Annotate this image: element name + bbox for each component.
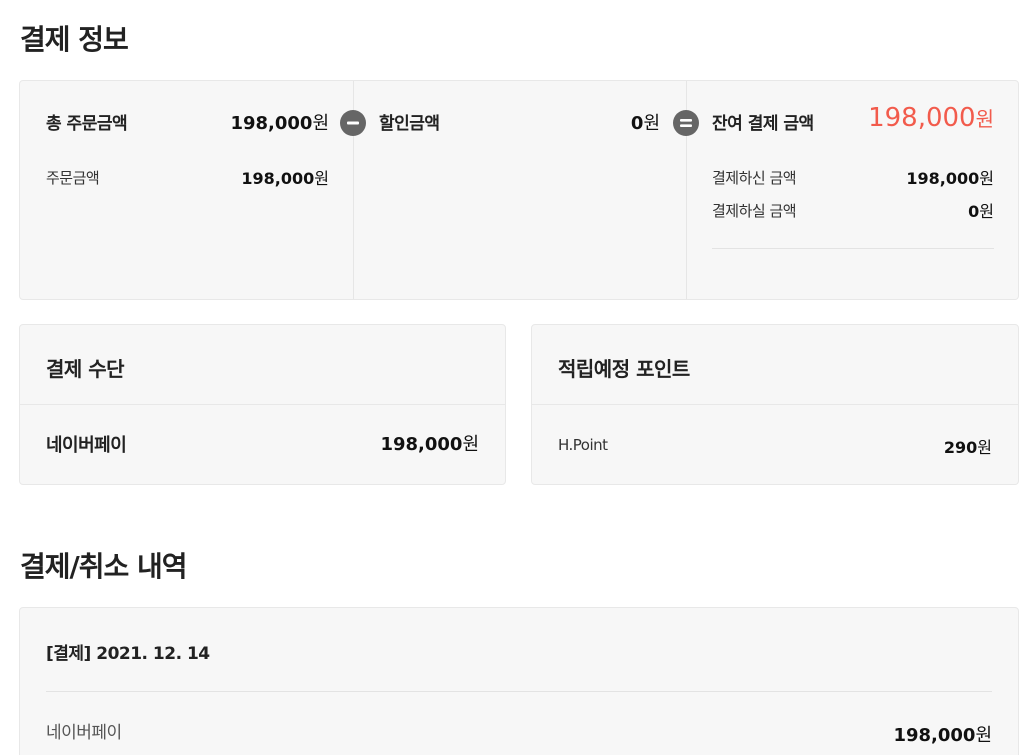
discount-column: 할인금액 0원	[353, 81, 686, 299]
payment-summary-card: 총 주문금액 198,000원 주문금액 198,000원 할인금액 0원 잔여…	[19, 80, 1019, 300]
payment-method-amount: 198,000원	[380, 434, 479, 455]
discount-amount: 0원	[630, 113, 660, 134]
payment-method-name: 네이버페이	[46, 435, 127, 456]
payment-info-title: 결제 정보	[20, 23, 129, 56]
history-amount: 198,000원	[893, 725, 992, 746]
payment-history-card: [결제] 2021. 12. 14 네이버페이 198,000원	[19, 607, 1019, 755]
payment-method-title: 결제 수단	[46, 357, 125, 381]
points-card: 적립예정 포인트 H.Point 290원	[531, 324, 1019, 485]
balance-column: 잔여 결제 금액 198,000원 결제하신 금액 198,000원 결제하실 …	[686, 81, 1020, 299]
to-pay-amount-value: 0원	[968, 202, 994, 221]
total-order-amount: 198,000원	[230, 113, 329, 134]
card-divider	[20, 404, 505, 405]
order-amount-value: 198,000원	[241, 169, 329, 188]
balance-divider	[712, 248, 994, 249]
balance-amount: 198,000원	[868, 103, 994, 133]
discount-label: 할인금액	[379, 114, 440, 134]
points-name: H.Point	[558, 436, 608, 454]
history-method-name: 네이버페이	[46, 723, 122, 743]
paid-amount-value: 198,000원	[906, 169, 994, 188]
paid-amount-label: 결제하신 금액	[712, 169, 797, 187]
payment-method-card: 결제 수단 네이버페이 198,000원	[19, 324, 506, 485]
card-divider	[532, 404, 1018, 405]
balance-label: 잔여 결제 금액	[712, 114, 814, 134]
points-amount: 290원	[943, 438, 992, 457]
points-title: 적립예정 포인트	[558, 357, 690, 381]
payment-history-title: 결제/취소 내역	[20, 550, 188, 583]
history-entry-title: [결제] 2021. 12. 14	[46, 644, 210, 664]
total-order-label: 총 주문금액	[46, 114, 128, 134]
total-order-column: 총 주문금액 198,000원 주문금액 198,000원	[20, 81, 353, 299]
history-divider	[46, 691, 992, 692]
order-amount-label: 주문금액	[46, 169, 100, 187]
to-pay-amount-label: 결제하실 금액	[712, 202, 797, 220]
